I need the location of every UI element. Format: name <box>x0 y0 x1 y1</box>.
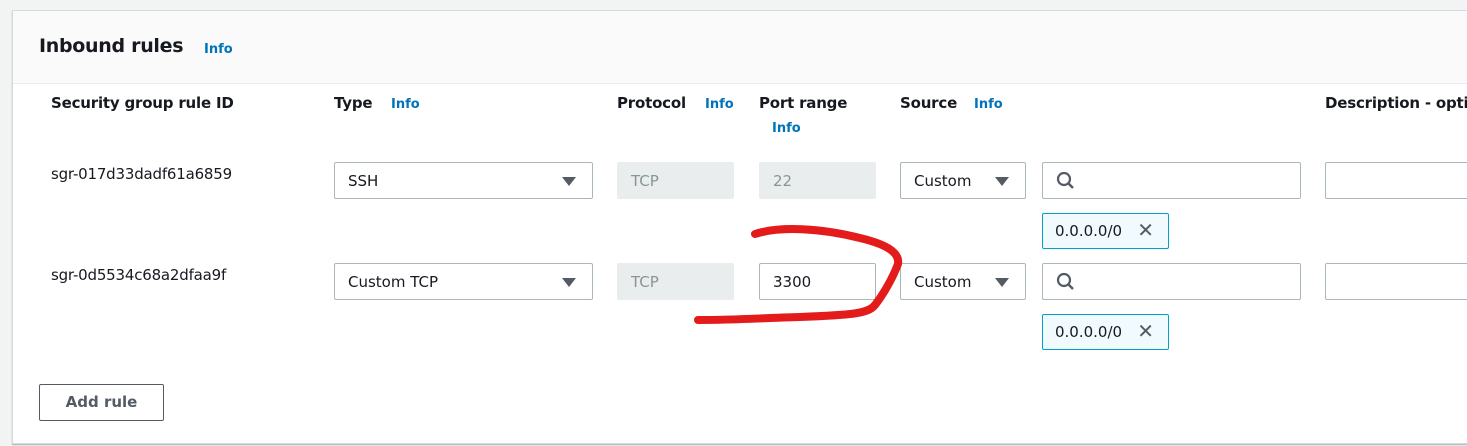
type-info-link[interactable]: Info <box>391 97 420 112</box>
cidr-token: 0.0.0.0/0 ✕ <box>1042 314 1169 350</box>
close-icon[interactable]: ✕ <box>1137 321 1154 341</box>
col-source: Source <box>900 94 958 112</box>
cidr-search-input[interactable] <box>1042 162 1301 199</box>
type-value: SSH <box>348 172 379 190</box>
source-value: Custom <box>914 172 972 190</box>
caret-down-icon <box>995 177 1009 186</box>
type-select[interactable]: Custom TCP <box>334 263 593 300</box>
col-description: Description - optional <box>1325 94 1467 112</box>
col-type: Type <box>334 94 373 112</box>
port-range-input[interactable]: 3300 <box>759 263 876 300</box>
caret-down-icon <box>562 177 576 186</box>
rule-id: sgr-0d5534c68a2dfaa9f <box>51 266 227 284</box>
protocol-info-link[interactable]: Info <box>705 97 734 112</box>
type-value: Custom TCP <box>348 273 439 291</box>
port-info-link[interactable]: Info <box>772 121 801 136</box>
rule-id: sgr-017d33dadf61a6859 <box>51 165 232 183</box>
protocol-field: TCP <box>617 263 734 300</box>
inbound-rules-panel: Inbound rules Info Security group rule I… <box>12 10 1467 444</box>
cidr-token: 0.0.0.0/0 ✕ <box>1042 213 1169 249</box>
cidr-search-input[interactable] <box>1042 263 1301 300</box>
caret-down-icon <box>562 278 576 287</box>
search-icon <box>1056 272 1074 290</box>
add-rule-button[interactable]: Add rule <box>39 384 164 421</box>
type-select[interactable]: SSH <box>334 162 593 199</box>
cidr-value: 0.0.0.0/0 <box>1055 222 1123 240</box>
cidr-value: 0.0.0.0/0 <box>1055 323 1123 341</box>
caret-down-icon <box>995 278 1009 287</box>
source-select[interactable]: Custom <box>900 162 1026 199</box>
close-icon[interactable]: ✕ <box>1137 220 1154 240</box>
title-info-link[interactable]: Info <box>204 42 233 57</box>
source-value: Custom <box>914 273 972 291</box>
col-port-range: Port range <box>759 94 848 112</box>
source-info-link[interactable]: Info <box>974 97 1003 112</box>
search-icon <box>1056 171 1074 189</box>
panel-title: Inbound rules <box>39 35 184 57</box>
panel-header: Inbound rules Info <box>13 11 1467 84</box>
port-range-input: 22 <box>759 162 876 199</box>
protocol-field: TCP <box>617 162 734 199</box>
description-input[interactable] <box>1325 263 1467 300</box>
col-protocol: Protocol <box>617 94 686 112</box>
source-select[interactable]: Custom <box>900 263 1026 300</box>
col-rule-id: Security group rule ID <box>51 94 234 112</box>
description-input[interactable] <box>1325 162 1467 199</box>
